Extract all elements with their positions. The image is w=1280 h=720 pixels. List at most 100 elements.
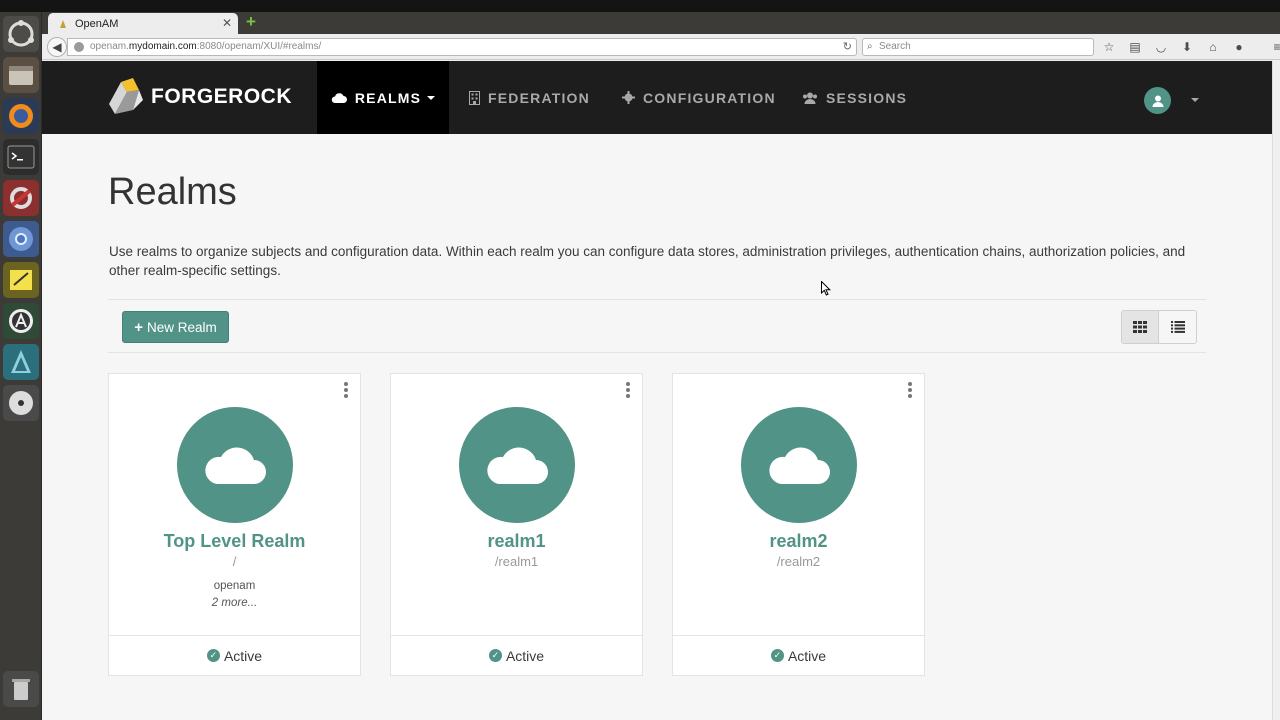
- realm-card-top-level[interactable]: Top Level Realm / openam 2 more... ✓ Act…: [108, 373, 361, 676]
- browser-toolbar: openam.mydomain.com:8080/openam/XUI/#rea…: [42, 34, 1280, 60]
- realm-name[interactable]: Top Level Realm: [109, 531, 360, 552]
- realm-status: ✓ Active: [673, 635, 924, 675]
- nav-configuration[interactable]: CONFIGURATION: [622, 61, 776, 134]
- tab-title: OpenAM: [75, 17, 119, 30]
- menu-icon[interactable]: ≡: [1268, 38, 1280, 56]
- page-scrollbar[interactable]: [1272, 61, 1280, 720]
- chromium-icon[interactable]: [3, 221, 39, 257]
- url-prefix: openam.: [90, 41, 129, 52]
- disc-icon[interactable]: [3, 385, 39, 421]
- new-tab-icon[interactable]: +: [246, 13, 260, 30]
- notes-icon[interactable]: [3, 262, 39, 298]
- software-updater-icon[interactable]: [3, 303, 39, 339]
- users-icon: [803, 92, 817, 104]
- back-arrow-icon: ◀: [52, 40, 62, 54]
- building-icon: [469, 90, 480, 105]
- user-avatar[interactable]: [1144, 87, 1171, 114]
- realm-path: /realm1: [494, 554, 539, 569]
- page-viewport: FORGEROCK REALMS FEDERATION CONFIGURATIO…: [42, 61, 1272, 720]
- chat-icon[interactable]: ●: [1230, 38, 1248, 56]
- new-realm-button[interactable]: + New Realm: [122, 311, 229, 343]
- bookmark-star-icon[interactable]: ☆: [1100, 38, 1118, 56]
- terminal-icon[interactable]: [3, 139, 39, 175]
- realm-path: /realm2: [776, 554, 821, 569]
- user-menu-chevron-icon[interactable]: [1191, 98, 1199, 102]
- tab-favicon-icon: [60, 19, 66, 28]
- cloud-icon: [331, 93, 347, 103]
- trash-icon[interactable]: [3, 671, 39, 707]
- check-circle-icon: ✓: [206, 649, 220, 662]
- forgerock-logo-icon: [109, 78, 143, 114]
- url-host: mydomain.com: [128, 41, 197, 52]
- nav-realms[interactable]: REALMS: [317, 61, 449, 134]
- page-description: Use realms to organize subjects and conf…: [109, 244, 1186, 278]
- reload-icon[interactable]: ↻: [843, 39, 852, 55]
- realm-status-label: Active: [223, 647, 263, 664]
- divider: [108, 299, 1206, 300]
- realm-alias: openam: [213, 580, 256, 592]
- app-navbar: FORGEROCK REALMS FEDERATION CONFIGURATIO…: [42, 61, 1272, 134]
- search-placeholder: Search: [879, 41, 911, 52]
- plus-icon: +: [134, 318, 143, 336]
- realm-name[interactable]: realm2: [673, 531, 924, 552]
- mouse-cursor-icon: [821, 281, 831, 296]
- realm-card-realm1[interactable]: realm1 /realm1 ✓ Active: [390, 373, 643, 676]
- download-icon[interactable]: ⬇: [1178, 38, 1196, 56]
- browser-tab[interactable]: OpenAM ✕: [48, 13, 238, 34]
- back-button[interactable]: ◀: [47, 37, 67, 57]
- gear-icon: [622, 91, 635, 104]
- realm-cloud-icon: [177, 407, 293, 523]
- nav-realms-label: REALMS: [354, 89, 422, 106]
- tab-strip: OpenAM ✕ +: [42, 12, 1280, 34]
- screen: OpenAM ✕ + openam.mydomain.com:8080/open…: [0, 0, 1280, 720]
- grid-icon: [1133, 321, 1147, 333]
- top-panel: [0, 0, 1280, 12]
- new-realm-label: New Realm: [146, 319, 217, 335]
- nav-federation[interactable]: FEDERATION: [469, 61, 590, 134]
- view-toggle: [1121, 310, 1197, 344]
- settings-tools-icon[interactable]: [3, 180, 39, 216]
- realm-status-label: Active: [505, 647, 545, 664]
- nav-sessions[interactable]: SESSIONS: [802, 61, 907, 134]
- list-view-button[interactable]: [1159, 311, 1196, 343]
- brand-name: FORGEROCK: [151, 85, 292, 108]
- ubuntu-home-icon[interactable]: [3, 16, 39, 52]
- nav-configuration-label: CONFIGURATION: [643, 89, 776, 106]
- realm-cloud-icon: [741, 407, 857, 523]
- nav-federation-label: FEDERATION: [488, 89, 590, 106]
- close-tab-icon[interactable]: ✕: [222, 16, 232, 30]
- url-path: :8080/openam/XUI/#realms/: [196, 41, 322, 52]
- chevron-down-icon: [427, 95, 436, 100]
- launcher: [0, 12, 42, 720]
- url-bar[interactable]: openam.mydomain.com:8080/openam/XUI/#rea…: [67, 38, 857, 56]
- reading-list-icon[interactable]: ▤: [1126, 38, 1144, 56]
- divider: [108, 352, 1206, 353]
- grid-view-button[interactable]: [1122, 311, 1160, 343]
- check-circle-icon: ✓: [770, 649, 784, 662]
- user-icon: [1152, 95, 1163, 107]
- site-info-icon[interactable]: [74, 42, 84, 52]
- realm-card-realm2[interactable]: realm2 /realm2 ✓ Active: [672, 373, 925, 676]
- file-manager-icon[interactable]: [3, 57, 39, 93]
- realm-menu-icon[interactable]: [625, 382, 631, 398]
- realm-path: /: [232, 554, 237, 569]
- nav-sessions-label: SESSIONS: [826, 89, 908, 106]
- realm-status: ✓ Active: [109, 635, 360, 675]
- realm-status: ✓ Active: [391, 635, 642, 675]
- realm-status-label: Active: [787, 647, 827, 664]
- app-icon[interactable]: [3, 344, 39, 380]
- realm-menu-icon[interactable]: [907, 382, 913, 398]
- realm-name[interactable]: realm1: [391, 531, 642, 552]
- realm-more-aliases: 2 more...: [211, 597, 258, 609]
- toolbar-icons: ☆ ▤ ◡ ⬇ ⌂ ● ≡: [1100, 38, 1280, 56]
- realm-cloud-icon: [459, 407, 575, 523]
- forgerock-logo[interactable]: FORGEROCK: [107, 76, 292, 118]
- search-input[interactable]: ⌕ Search: [862, 38, 1094, 56]
- firefox-icon[interactable]: [3, 98, 39, 134]
- search-icon: ⌕: [867, 41, 873, 52]
- page-title: Realms: [108, 171, 237, 213]
- realm-menu-icon[interactable]: [343, 382, 349, 398]
- list-icon: [1170, 321, 1185, 333]
- home-icon[interactable]: ⌂: [1204, 38, 1222, 56]
- pocket-icon[interactable]: ◡: [1152, 38, 1170, 56]
